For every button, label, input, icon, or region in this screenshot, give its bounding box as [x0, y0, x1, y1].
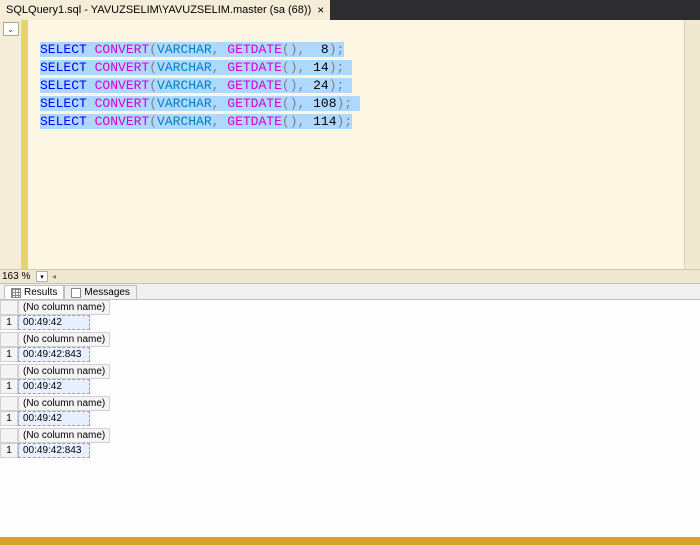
editor-container: ⌄ SELECT CONVERT(VARCHAR, GETDATE(), 8);…	[0, 20, 700, 269]
row-number: 1	[0, 443, 18, 458]
vertical-scrollbar[interactable]	[684, 20, 700, 269]
result-header: (No column name)	[0, 396, 700, 411]
results-pane[interactable]: (No column name) 1 00:49:42 (No column n…	[0, 299, 700, 537]
zoom-value: 163 %	[2, 271, 36, 282]
close-icon[interactable]: ×	[317, 4, 324, 16]
zoom-slider-handle[interactable]: ◂	[52, 272, 56, 281]
code-lines[interactable]: SELECT CONVERT(VARCHAR, GETDATE(), 8); S…	[34, 20, 360, 269]
column-header[interactable]: (No column name)	[18, 396, 110, 411]
tab-bar: SQLQuery1.sql - YAVUZSELIM\YAVUZSELIM.ma…	[0, 0, 700, 20]
cell-value[interactable]: 00:49:42:843	[18, 443, 90, 458]
cell-value[interactable]: 00:49:42:843	[18, 347, 90, 362]
result-header: (No column name)	[0, 428, 700, 443]
row-header-blank	[0, 364, 18, 379]
zoom-dropdown[interactable]: ▾	[36, 271, 48, 282]
tab-results[interactable]: Results	[4, 285, 64, 299]
cell-value[interactable]: 00:49:42	[18, 411, 90, 426]
row-header-blank	[0, 428, 18, 443]
results-tab-bar: Results Messages	[0, 283, 700, 299]
result-block: (No column name) 1 00:49:42:843	[0, 428, 700, 458]
cell-value[interactable]: 00:49:42	[18, 379, 90, 394]
row-number: 1	[0, 347, 18, 362]
column-header[interactable]: (No column name)	[18, 364, 110, 379]
chevron-down-icon: ⌄	[7, 25, 14, 34]
table-row[interactable]: 1 00:49:42	[0, 411, 700, 426]
editor-left-toolbar: ⌄	[0, 20, 22, 269]
row-number: 1	[0, 411, 18, 426]
zoom-bar: 163 % ▾ ◂	[0, 269, 700, 283]
result-block: (No column name) 1 00:49:42	[0, 364, 700, 394]
result-block: (No column name) 1 00:49:42	[0, 396, 700, 426]
tab-title: SQLQuery1.sql - YAVUZSELIM\YAVUZSELIM.ma…	[6, 4, 311, 16]
table-row[interactable]: 1 00:49:42	[0, 315, 700, 330]
column-header[interactable]: (No column name)	[18, 332, 110, 347]
editor-dropdown-icon[interactable]: ⌄	[3, 22, 19, 36]
cell-value[interactable]: 00:49:42	[18, 315, 90, 330]
result-block: (No column name) 1 00:49:42	[0, 300, 700, 330]
tab-messages-label: Messages	[84, 287, 130, 298]
tab-messages[interactable]: Messages	[64, 285, 137, 299]
row-header-blank	[0, 300, 18, 315]
result-header: (No column name)	[0, 364, 700, 379]
grid-icon	[11, 288, 21, 298]
column-header[interactable]: (No column name)	[18, 300, 110, 315]
file-tab[interactable]: SQLQuery1.sql - YAVUZSELIM\YAVUZSELIM.ma…	[0, 0, 330, 20]
result-header: (No column name)	[0, 332, 700, 347]
row-header-blank	[0, 332, 18, 347]
tab-results-label: Results	[24, 287, 57, 298]
table-row[interactable]: 1 00:49:42:843	[0, 347, 700, 362]
result-header: (No column name)	[0, 300, 700, 315]
status-bar	[0, 537, 700, 545]
row-number: 1	[0, 379, 18, 394]
row-number: 1	[0, 315, 18, 330]
table-row[interactable]: 1 00:49:42	[0, 379, 700, 394]
code-editor[interactable]: SELECT CONVERT(VARCHAR, GETDATE(), 8); S…	[22, 20, 684, 269]
table-row[interactable]: 1 00:49:42:843	[0, 443, 700, 458]
messages-icon	[71, 288, 81, 298]
result-block: (No column name) 1 00:49:42:843	[0, 332, 700, 362]
row-header-blank	[0, 396, 18, 411]
column-header[interactable]: (No column name)	[18, 428, 110, 443]
